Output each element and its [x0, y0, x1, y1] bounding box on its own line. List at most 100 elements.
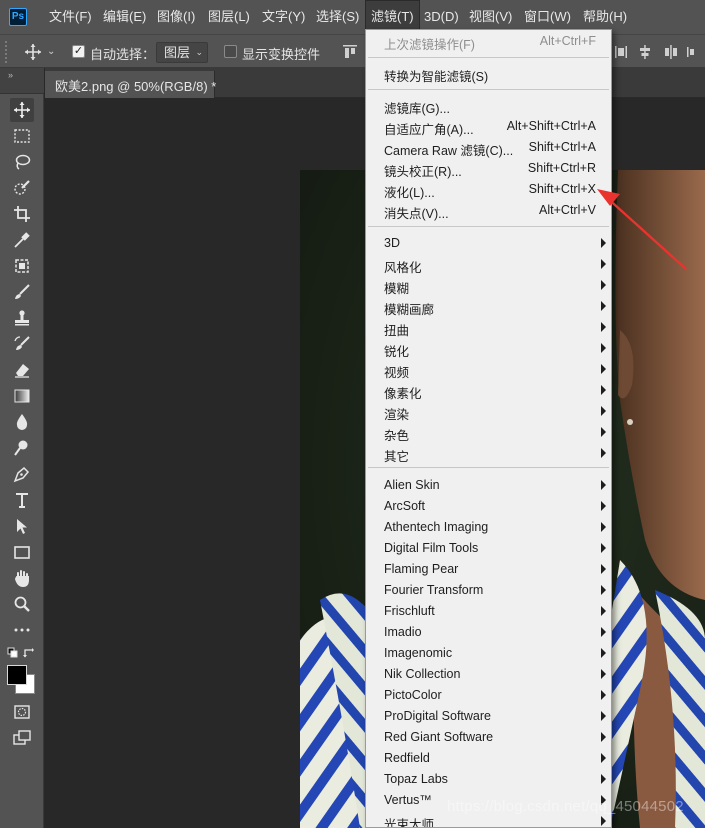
crop-tool[interactable] [10, 202, 34, 226]
menu-item-liquify[interactable]: 液化(L)... Shift+Ctrl+X [366, 179, 611, 200]
history-brush-tool[interactable] [10, 332, 34, 356]
menu-item-frischluft[interactable]: Frischluft [366, 601, 611, 622]
move-tool-icon[interactable] [24, 43, 42, 61]
menu-item-alien-skin[interactable]: Alien Skin [366, 475, 611, 496]
menu-item-imagenomic[interactable]: Imagenomic [366, 643, 611, 664]
submenu-arrow-icon [601, 690, 606, 700]
align-bottom-icon[interactable] [684, 43, 702, 61]
menu-item-label: 3D [384, 236, 400, 250]
menu-file[interactable]: 文件(F) [44, 0, 97, 34]
menu-item-label: 风格化 [384, 261, 422, 275]
menu-item-camera-raw[interactable]: Camera Raw 滤镜(C)... Shift+Ctrl+A [366, 137, 611, 158]
document-tab[interactable]: 欧美2.png @ 50%(RGB/8) * [45, 71, 216, 98]
menu-image[interactable]: 图像(I) [152, 0, 200, 34]
move-tool[interactable] [10, 98, 34, 122]
menu-item-label: 锐化 [384, 345, 410, 359]
menu-item-athentech-imaging[interactable]: Athentech Imaging [366, 517, 611, 538]
submenu-arrow-icon [601, 406, 606, 416]
menu-item-像素化[interactable]: 像素化 [366, 380, 611, 401]
menu-item-视频[interactable]: 视频 [366, 359, 611, 380]
menu-item-模糊[interactable]: 模糊 [366, 275, 611, 296]
menu-item-nik-collection[interactable]: Nik Collection [366, 664, 611, 685]
menu-layer[interactable]: 图层(L) [203, 0, 255, 34]
collapse-icon[interactable]: » [8, 70, 13, 80]
menu-item-vanishing-point[interactable]: 消失点(V)... Alt+Ctrl+V [366, 200, 611, 221]
brush-tool[interactable] [10, 280, 34, 304]
menu-item-convert-smart-filters[interactable]: 转换为智能滤镜(S) [366, 63, 611, 84]
frame-tool[interactable] [10, 254, 34, 278]
default-colors-icon[interactable] [7, 647, 19, 659]
quick-select-tool[interactable] [10, 176, 34, 200]
pen-tool[interactable] [10, 462, 34, 486]
menu-item-label: ProDigital Software [384, 709, 491, 723]
align-top-icon[interactable] [341, 43, 359, 61]
menu-item-flaming-pear[interactable]: Flaming Pear [366, 559, 611, 580]
menu-item-red-giant-software[interactable]: Red Giant Software [366, 727, 611, 748]
menu-item-digital-film-tools[interactable]: Digital Film Tools [366, 538, 611, 559]
menu-item-模糊画廊[interactable]: 模糊画廊 [366, 296, 611, 317]
menu-item-扭曲[interactable]: 扭曲 [366, 317, 611, 338]
menu-item-adaptive-wide-angle[interactable]: 自适应广角(A)... Alt+Shift+Ctrl+A [366, 116, 611, 137]
menu-item-3d[interactable]: 3D [366, 233, 611, 254]
type-tool[interactable] [10, 488, 34, 512]
brush-tool-icon [15, 284, 30, 299]
blur-tool[interactable] [10, 410, 34, 434]
pen-tool-icon [13, 466, 30, 483]
toolbar-collapse-bar[interactable]: » [0, 68, 44, 94]
submenu-arrow-icon [601, 301, 606, 311]
auto-select-target-dropdown[interactable]: 图层 ⌄ [156, 42, 208, 63]
quick-mask-button[interactable] [10, 700, 34, 724]
menu-item-filter-gallery[interactable]: 滤镜库(G)... [366, 95, 611, 116]
menu-item-渲染[interactable]: 渲染 [366, 401, 611, 422]
menu-item-prodigital-software[interactable]: ProDigital Software [366, 706, 611, 727]
menu-item-其它[interactable]: 其它 [366, 443, 611, 464]
menu-item-label: Fourier Transform [384, 583, 484, 597]
menu-item-topaz-labs[interactable]: Topaz Labs [366, 769, 611, 790]
annotation-arrow [597, 189, 687, 270]
marquee-tool[interactable] [10, 124, 34, 148]
hand-tool[interactable] [10, 566, 34, 590]
show-transform-checkbox[interactable] [224, 45, 237, 58]
menu-item-imadio[interactable]: Imadio [366, 622, 611, 643]
menu-edit[interactable]: 编辑(E) [98, 0, 151, 34]
eyedropper-tool[interactable] [10, 228, 34, 252]
auto-select-target-value: 图层 [164, 45, 191, 60]
distribute-icon[interactable] [612, 43, 630, 61]
submenu-arrow-icon [601, 753, 606, 763]
more-tools[interactable] [10, 618, 34, 642]
menu-type[interactable]: 文字(Y) [257, 0, 310, 34]
menu-item-arcsoft[interactable]: ArcSoft [366, 496, 611, 517]
menu-item-pictocolor[interactable]: PictoColor [366, 685, 611, 706]
screen-mode-button[interactable] [10, 726, 34, 750]
foreground-color-swatch[interactable] [7, 665, 27, 685]
filter-menu-dropdown: 上次滤镜操作(F) Alt+Ctrl+F 转换为智能滤镜(S) 滤镜库(G)..… [365, 29, 612, 828]
menu-item-redfield[interactable]: Redfield [366, 748, 611, 769]
distribute-center-icon[interactable] [636, 43, 654, 61]
rectangle-tool[interactable] [10, 540, 34, 564]
eraser-tool[interactable] [10, 358, 34, 382]
stamp-tool[interactable] [10, 306, 34, 330]
menu-item-lens-correction[interactable]: 镜头校正(R)... Shift+Ctrl+R [366, 158, 611, 179]
lasso-tool[interactable] [10, 150, 34, 174]
chevron-down-icon[interactable]: ⌄ [47, 46, 55, 57]
swap-colors-icon[interactable] [23, 647, 35, 659]
auto-select-checkbox[interactable]: ✓ [72, 45, 85, 58]
options-bar-grip[interactable] [5, 41, 9, 63]
menu-item-锐化[interactable]: 锐化 [366, 338, 611, 359]
menu-item-last-filter[interactable]: 上次滤镜操作(F) Alt+Ctrl+F [366, 31, 611, 52]
submenu-arrow-icon [601, 501, 606, 511]
submenu-arrow-icon [601, 385, 606, 395]
distribute-right-icon[interactable] [662, 43, 680, 61]
menu-separator [368, 467, 609, 468]
zoom-tool[interactable] [10, 592, 34, 616]
menu-item-label: Imadio [384, 625, 422, 639]
menu-item-风格化[interactable]: 风格化 [366, 254, 611, 275]
menu-item-fourier-transform[interactable]: Fourier Transform [366, 580, 611, 601]
gradient-tool[interactable] [10, 384, 34, 408]
dodge-tool[interactable] [10, 436, 34, 460]
submenu-arrow-icon [601, 543, 606, 553]
path-select-tool[interactable] [10, 514, 34, 538]
menu-select[interactable]: 选择(S) [311, 0, 364, 34]
menu-item-shortcut: Shift+Ctrl+A [528, 140, 596, 154]
menu-item-杂色[interactable]: 杂色 [366, 422, 611, 443]
